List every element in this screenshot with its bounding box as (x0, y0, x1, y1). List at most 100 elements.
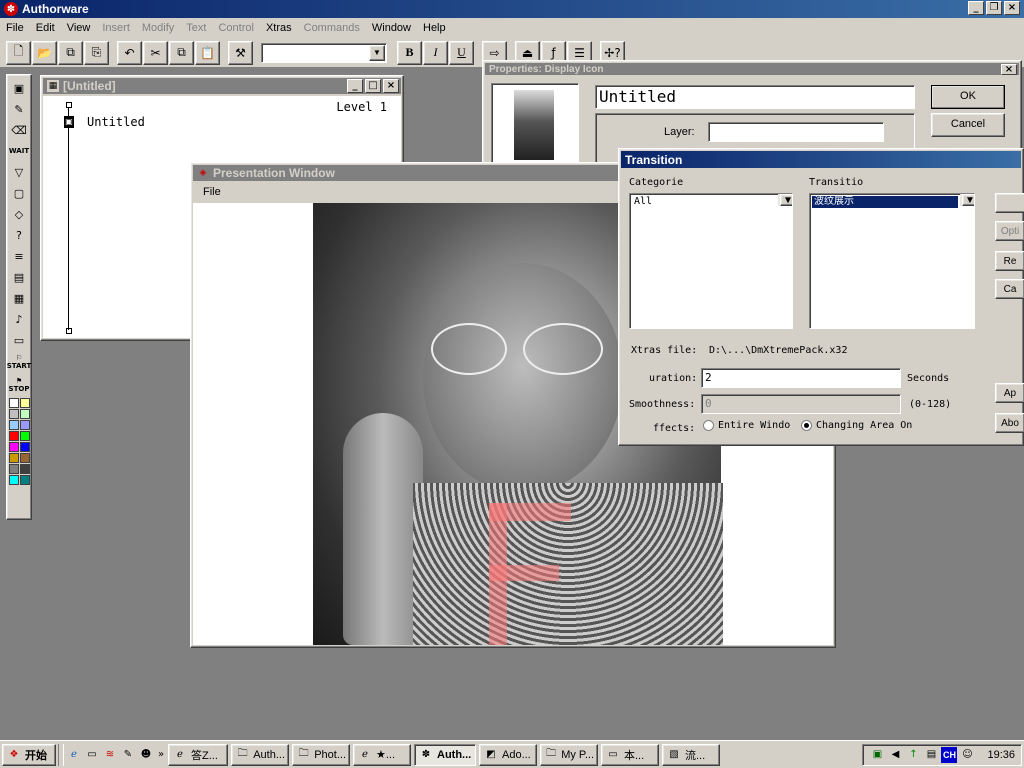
icon-name-field[interactable]: Untitled (595, 85, 915, 109)
display-icon-tool[interactable]: ▣ (8, 78, 30, 98)
help-tray-icon[interactable]: ☺ (959, 747, 975, 763)
desktop-quicklaunch-icon[interactable]: ▭ (84, 747, 100, 763)
color-swatch[interactable] (19, 431, 30, 441)
color-swatch[interactable] (8, 464, 19, 474)
color-swatch[interactable] (19, 442, 30, 452)
transition-cancel-button[interactable]: Ca (995, 279, 1024, 299)
open-file-icon[interactable]: 📂 (32, 40, 57, 65)
decision-icon-tool[interactable]: ◇ (8, 204, 30, 224)
menu-control[interactable]: Control (212, 22, 259, 34)
color-swatch[interactable] (8, 431, 19, 441)
flowline-close-button[interactable]: × (383, 79, 399, 93)
transitions-list[interactable]: 波纹展示玻璃状展示发光波纹展示激光展示 1激光展示 2矩形移动展示扩大圆展示上下… (809, 193, 975, 329)
menu-commands[interactable]: Commands (298, 22, 366, 34)
taskbar-button[interactable]: 🗀 Phot... (292, 743, 350, 766)
close-button[interactable]: × (1004, 1, 1020, 15)
menu-window[interactable]: Window (366, 22, 417, 34)
stop-flag-tool[interactable]: ⚑ STOP (8, 374, 30, 396)
new-file-icon[interactable]: 🗋 (6, 40, 31, 65)
presentation-file-menu[interactable]: File (203, 186, 221, 198)
movie-icon-tool[interactable]: ▦ (8, 288, 30, 308)
cut-icon[interactable]: ✂ (143, 40, 168, 65)
cancel-button[interactable]: Cancel (931, 113, 1005, 137)
framework-icon-tool[interactable]: ▢ (8, 183, 30, 203)
menu-view[interactable]: View (61, 22, 97, 34)
chevron-right-icon[interactable]: » (156, 747, 166, 763)
transitions-scrollbar[interactable]: ▲ ▼ (960, 194, 974, 206)
interaction-icon-tool[interactable]: ? (8, 225, 30, 245)
taskbar-button[interactable]: ℯ 答Z... (168, 743, 228, 766)
flowline-maximize-button[interactable]: □ (365, 79, 381, 93)
color-swatch[interactable] (8, 442, 19, 452)
tray-arrow-icon[interactable]: ↑ (905, 747, 921, 763)
layer-input[interactable] (708, 122, 884, 142)
bold-button[interactable]: B (397, 40, 422, 65)
find-icon[interactable]: ⚒ (228, 40, 253, 65)
flowline-minimize-button[interactable]: _ (347, 79, 363, 93)
display-icon-label[interactable]: Untitled (87, 115, 145, 129)
italic-button[interactable]: I (423, 40, 448, 65)
menu-file[interactable]: File (0, 22, 30, 34)
color-swatch[interactable] (19, 453, 30, 463)
transition-item[interactable]: 波纹展示 (812, 196, 958, 208)
import-icon[interactable]: ⎘ (84, 40, 109, 65)
volume-icon[interactable]: ◀ (887, 747, 903, 763)
taskbar-button[interactable]: ✽ Auth... (414, 743, 476, 766)
calculation-icon-tool[interactable]: ≡ (8, 246, 30, 266)
network-icon[interactable]: ▣ (869, 747, 885, 763)
restore-button[interactable]: ❐ (986, 1, 1002, 15)
taskbar-button[interactable]: ◩ Ado... (479, 743, 537, 766)
save-all-icon[interactable]: ⧉ (58, 40, 83, 65)
taskbar-button[interactable]: ℯ ★... (353, 743, 411, 766)
categories-scrollbar[interactable]: ▲ ▼ (778, 194, 792, 206)
apply-button[interactable]: Ap (995, 383, 1024, 403)
affects-entire-window-radio[interactable]: Entire Windo (703, 420, 790, 431)
menu-xtras[interactable]: Xtras (260, 22, 298, 34)
color-swatch[interactable] (19, 464, 30, 474)
about-button[interactable]: Abo (995, 413, 1024, 433)
undo-icon[interactable]: ↶ (117, 40, 142, 65)
display-icon[interactable]: ▣ (64, 116, 74, 128)
motion-icon-tool[interactable]: ✎ (8, 99, 30, 119)
duration-input[interactable]: 2 (701, 368, 901, 388)
start-button[interactable]: ❖ 开始 (2, 743, 56, 766)
taskbar-button[interactable]: 🗀 Auth... (231, 743, 289, 766)
video-icon-tool[interactable]: ▭ (8, 330, 30, 350)
color-swatch[interactable] (19, 420, 30, 430)
winzip-quicklaunch-icon[interactable]: ≋ (102, 747, 118, 763)
taskbar-button[interactable]: ▭ 本... (601, 743, 659, 766)
scroll-down-icon[interactable]: ▼ (780, 194, 792, 206)
menu-modify[interactable]: Modify (136, 22, 180, 34)
sound-icon-tool[interactable]: ♪ (8, 309, 30, 329)
ie-quicklaunch-icon[interactable]: ℯ (66, 747, 82, 763)
color-swatch[interactable] (19, 475, 30, 485)
copy-icon[interactable]: ⧉ (169, 40, 194, 65)
color-swatch[interactable] (8, 398, 19, 408)
map-icon-tool[interactable]: ▤ (8, 267, 30, 287)
qq-quicklaunch-icon[interactable]: ☻ (138, 747, 154, 763)
underline-button[interactable]: U (449, 40, 474, 65)
category-item[interactable]: All (632, 196, 776, 208)
affects-changing-area-radio[interactable]: Changing Area On (801, 420, 912, 431)
reset-button[interactable]: Re (995, 251, 1024, 271)
color-swatch[interactable] (19, 409, 30, 419)
categories-list[interactable]: All[internal]CoverDirectTransitionDirect… (629, 193, 793, 329)
color-swatch[interactable] (8, 475, 19, 485)
color-swatch[interactable] (8, 409, 19, 419)
color-swatch[interactable] (8, 420, 19, 430)
notepad-quicklaunch-icon[interactable]: ✎ (120, 747, 136, 763)
erase-icon-tool[interactable]: ⌫ (8, 120, 30, 140)
paste-icon[interactable]: 📋 (195, 40, 220, 65)
ime-indicator[interactable]: CH (941, 746, 958, 763)
properties-close-button[interactable]: × (1001, 63, 1017, 75)
transition-ok-button[interactable] (995, 193, 1024, 213)
navigate-icon-tool[interactable]: ▽ (8, 162, 30, 182)
chevron-down-icon[interactable]: ▼ (369, 44, 385, 61)
scroll-down-icon[interactable]: ▼ (962, 194, 974, 206)
color-swatch[interactable] (8, 453, 19, 463)
taskbar-button[interactable]: ▧ 流... (662, 743, 720, 766)
menu-text[interactable]: Text (180, 22, 212, 34)
menu-help[interactable]: Help (417, 22, 452, 34)
ok-button[interactable]: OK (931, 85, 1005, 109)
options-button[interactable]: Opti (995, 221, 1024, 241)
